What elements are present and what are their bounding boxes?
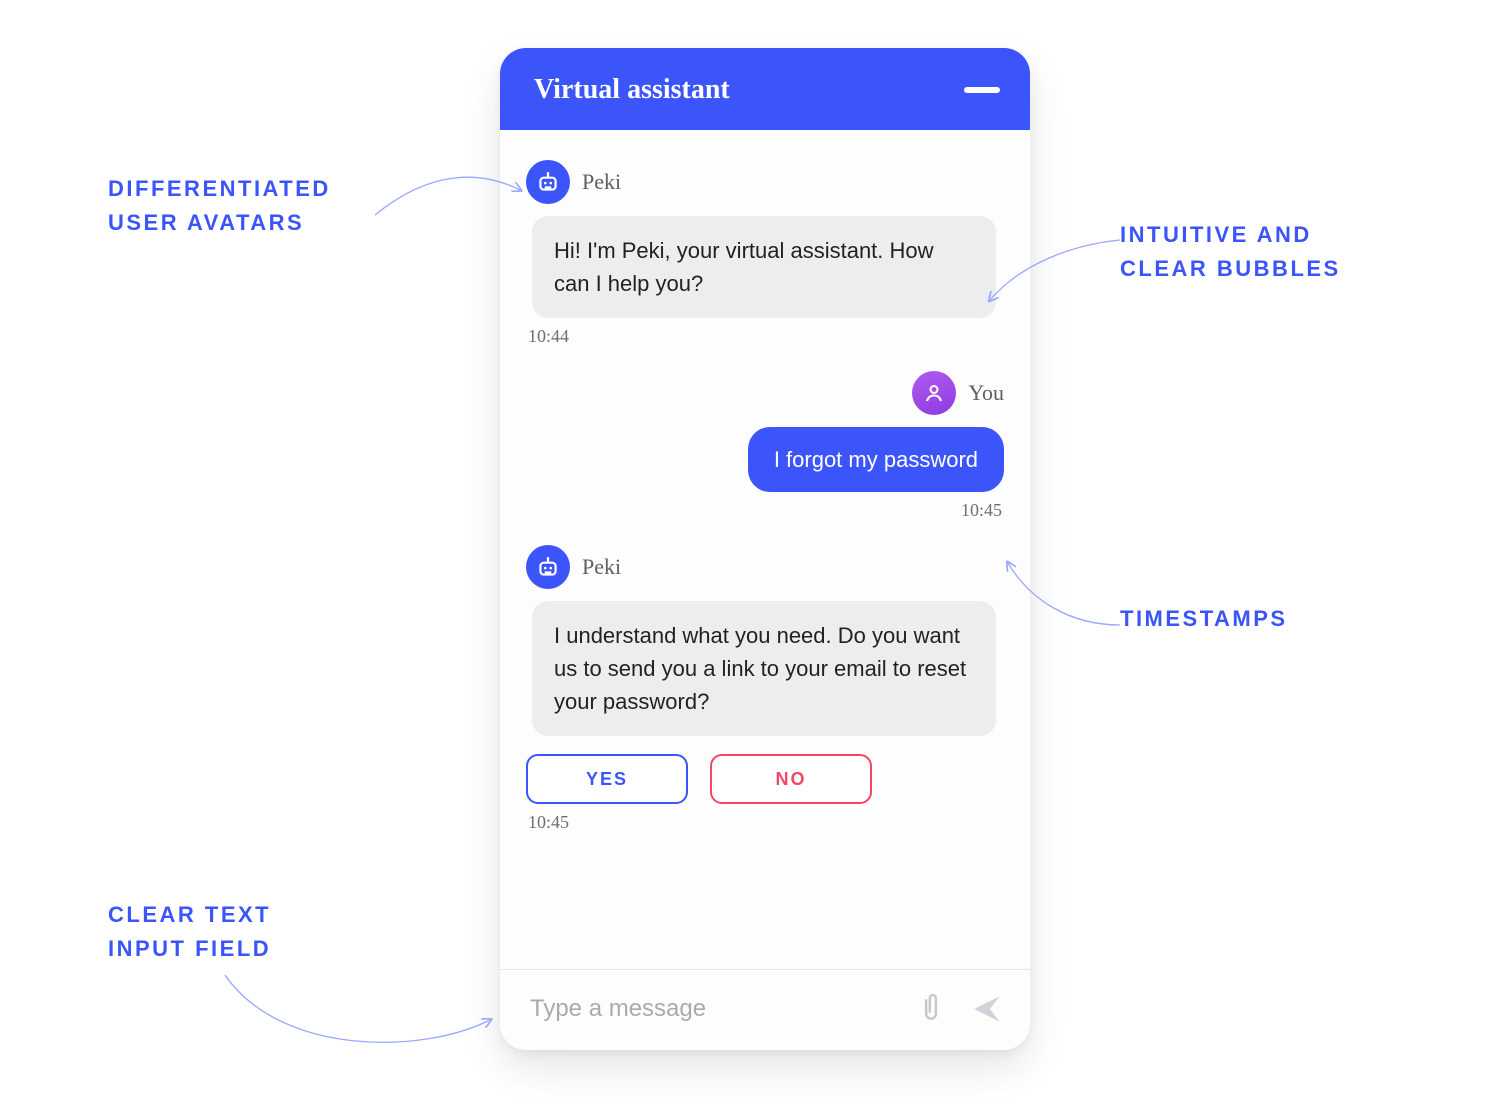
bot-avatar [526,545,570,589]
chat-widget: Virtual assistant Peki Hi! I'm Peki, you… [500,48,1030,1050]
timestamp: 10:44 [528,326,1002,347]
user-avatar [912,371,956,415]
arrow-icon [220,960,500,1070]
callout-line: CLEAR TEXT [108,902,271,927]
message-bubble-bot: Hi! I'm Peki, your virtual assistant. Ho… [532,216,996,318]
callout-bubbles: INTUITIVE AND CLEAR BUBBLES [1120,218,1341,286]
sender-row-bot: Peki [526,545,1004,589]
timestamp: 10:45 [528,500,1002,521]
message-bubble-bot: I understand what you need. Do you want … [532,601,996,736]
attach-button[interactable] [912,990,950,1028]
callout-input: CLEAR TEXT INPUT FIELD [108,898,271,966]
callout-line: DIFFERENTIATED [108,176,331,201]
sender-row-user: You [526,371,1004,415]
no-button[interactable]: NO [710,754,872,804]
sender-name-user: You [968,380,1004,406]
sender-name-bot: Peki [582,169,621,195]
chat-footer [500,969,1030,1050]
message-bubble-user: I forgot my password [748,427,1004,492]
chat-body: Peki Hi! I'm Peki, your virtual assistan… [500,130,1030,969]
timestamp: 10:45 [528,812,1002,833]
chat-header: Virtual assistant [500,48,1030,130]
send-button[interactable] [968,990,1006,1028]
yes-button[interactable]: YES [526,754,688,804]
minimize-icon[interactable] [964,87,1000,93]
user-bubble-row: I forgot my password [526,427,1004,492]
paperclip-icon [916,992,946,1026]
callout-line: TIMESTAMPS [1120,606,1288,631]
callout-line: INPUT FIELD [108,936,271,961]
callout-line: CLEAR BUBBLES [1120,256,1341,281]
bot-avatar [526,160,570,204]
callout-line: USER AVATARS [108,210,304,235]
message-input[interactable] [528,994,894,1024]
quick-reply-row: YES NO [526,754,1004,804]
robot-icon [535,169,561,195]
callout-line: INTUITIVE AND [1120,222,1312,247]
callout-avatars: DIFFERENTIATED USER AVATARS [108,172,331,240]
robot-icon [535,554,561,580]
person-icon [922,381,946,405]
send-icon [970,992,1004,1026]
sender-name-bot: Peki [582,554,621,580]
sender-row-bot: Peki [526,160,1004,204]
callout-timestamps: TIMESTAMPS [1120,602,1288,636]
chat-title: Virtual assistant [534,74,730,106]
